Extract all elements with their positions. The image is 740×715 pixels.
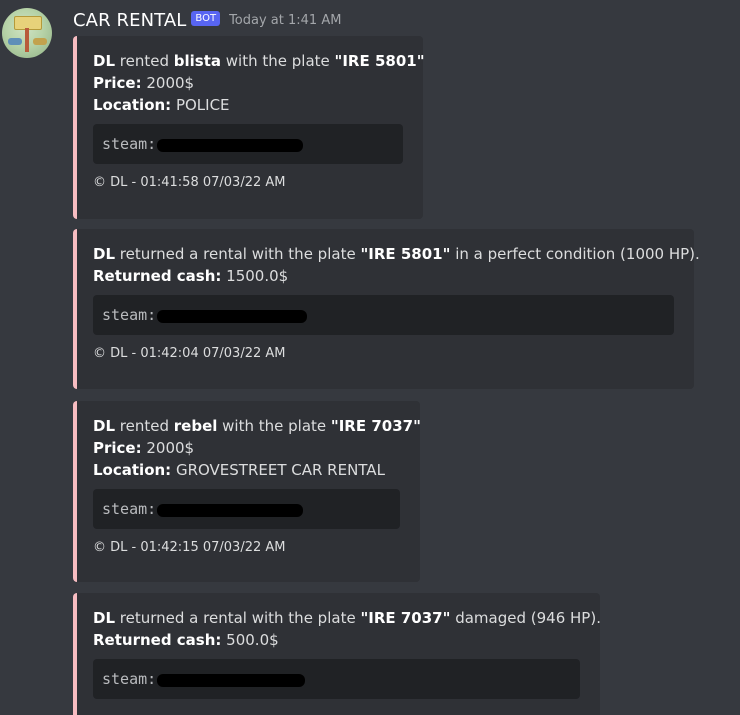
embed-footer: © DL - 01:42:04 07/03/22 AM	[93, 346, 286, 361]
embed-footer: © DL - 01:41:58 07/03/22 AM	[93, 175, 286, 190]
plate-number: "IRE 5801"	[360, 245, 451, 263]
steam-id-code-block[interactable]: steam:	[93, 124, 403, 164]
embed-return-2: DL returned a rental with the plate "IRE…	[73, 593, 601, 715]
embed-rental-2: DL rented rebel with the plate "IRE 7037…	[73, 401, 421, 582]
message-header: CAR RENTAL BOT Today at 1:41 AM	[73, 8, 341, 32]
username[interactable]: CAR RENTAL	[73, 10, 186, 31]
embed-description: DL returned a rental with the plate "IRE…	[93, 245, 700, 263]
redaction-mark	[157, 503, 304, 517]
steam-id-code-block[interactable]: steam:	[93, 295, 674, 335]
plate-number: "IRE 7037"	[360, 609, 451, 627]
returned-cash-row: Returned cash: 1500.0$	[93, 267, 289, 285]
embed-description: DL rented blista with the plate "IRE 580…	[93, 52, 425, 70]
price-row: Price: 2000$	[93, 74, 195, 92]
message-timestamp[interactable]: Today at 1:41 AM	[229, 13, 341, 28]
plate-number: "IRE 7037"	[330, 417, 421, 435]
price-row: Price: 2000$	[93, 439, 195, 457]
steam-id-code-block[interactable]: steam:	[93, 489, 400, 529]
bot-avatar[interactable]	[2, 8, 52, 58]
plate-number: "IRE 5801"	[334, 52, 425, 70]
redaction-mark	[157, 309, 308, 323]
bot-badge: BOT	[191, 10, 221, 26]
car-icon	[33, 38, 47, 45]
embed-return-1: DL returned a rental with the plate "IRE…	[73, 229, 700, 389]
car-icon	[8, 38, 22, 45]
steam-id-code-block[interactable]: steam:	[93, 659, 580, 699]
location-row: Location: POLICE	[93, 96, 230, 114]
embed-description: DL returned a rental with the plate "IRE…	[93, 609, 601, 627]
returned-cash-row: Returned cash: 500.0$	[93, 631, 279, 649]
embed-description: DL rented rebel with the plate "IRE 7037…	[93, 417, 421, 435]
location-row: Location: GROVESTREET CAR RENTAL	[93, 461, 385, 479]
vehicle-name: rebel	[173, 417, 218, 435]
chat-message: CAR RENTAL BOT Today at 1:41 AM DL rente…	[0, 0, 740, 715]
redaction-mark	[157, 138, 304, 152]
redaction-mark	[157, 673, 306, 687]
vehicle-name: blista	[173, 52, 222, 70]
embed-rental-1: DL rented blista with the plate "IRE 580…	[73, 36, 425, 219]
embed-footer: © DL - 01:42:15 07/03/22 AM	[93, 540, 286, 555]
